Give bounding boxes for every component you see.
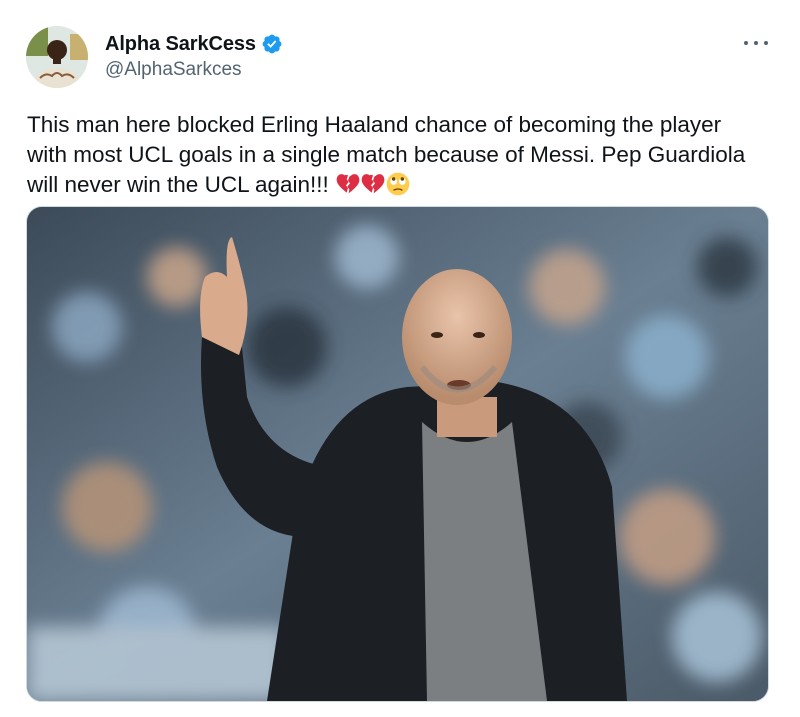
author-avatar[interactable] <box>26 26 88 88</box>
broken-heart-icon <box>336 174 360 194</box>
broken-heart-icon <box>361 174 385 194</box>
dot <box>754 41 758 45</box>
photo-image <box>27 207 768 701</box>
dot <box>744 41 748 45</box>
author-display-name[interactable]: Alpha SarkCess <box>105 33 256 56</box>
emoji-row <box>335 172 410 197</box>
tweet-photo[interactable] <box>26 206 769 702</box>
verified-badge-icon <box>261 33 283 55</box>
avatar-image <box>26 26 88 88</box>
name-row: Alpha SarkCess <box>105 31 283 57</box>
author-handle[interactable]: @AlphaSarkces <box>105 59 283 81</box>
tweet-text: This man here blocked Erling Haaland cha… <box>27 110 767 200</box>
dot <box>764 41 768 45</box>
face-with-rolling-eyes-icon <box>386 172 410 196</box>
tweet-card: Alpha SarkCess @AlphaSarkces This man he… <box>0 0 800 717</box>
more-options-icon[interactable] <box>744 34 768 52</box>
author-info: Alpha SarkCess @AlphaSarkces <box>105 31 283 81</box>
